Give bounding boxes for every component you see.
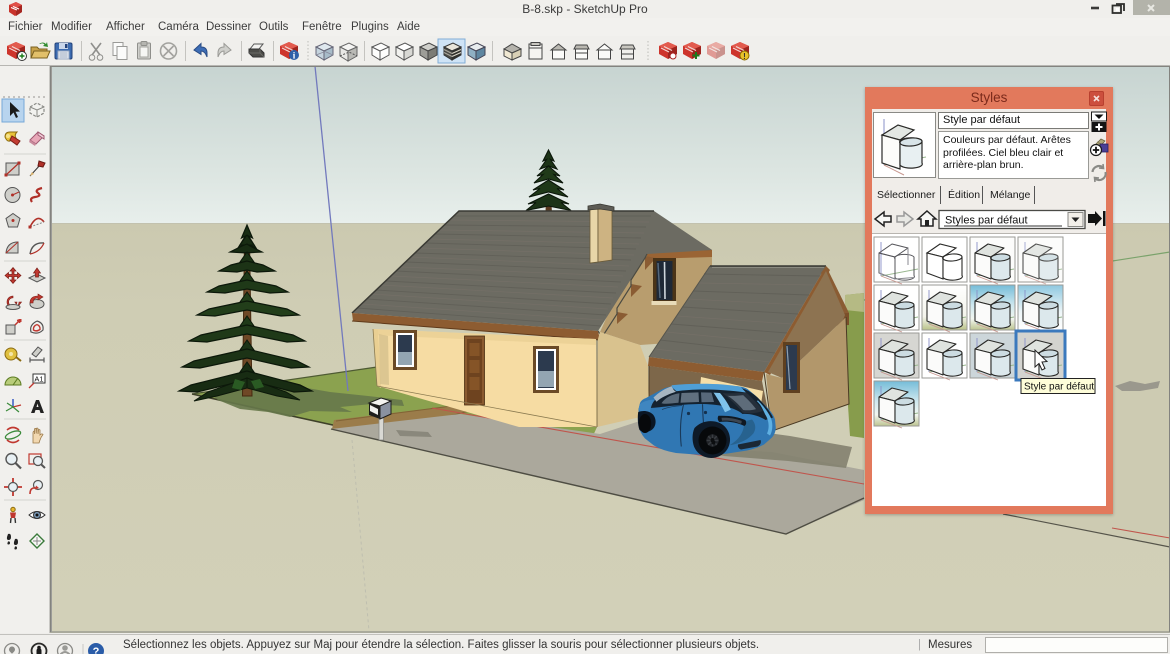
svg-text:Style par défaut: Style par défaut <box>1024 382 1094 393</box>
svg-text:A1: A1 <box>34 375 43 384</box>
svg-text:B-8.skp - SketchUp Pro: B-8.skp - SketchUp Pro <box>522 2 648 16</box>
svg-text:?: ? <box>93 646 100 654</box>
svg-text:!: ! <box>743 52 746 61</box>
svg-text:Styles par défaut: Styles par défaut <box>945 215 1028 227</box>
